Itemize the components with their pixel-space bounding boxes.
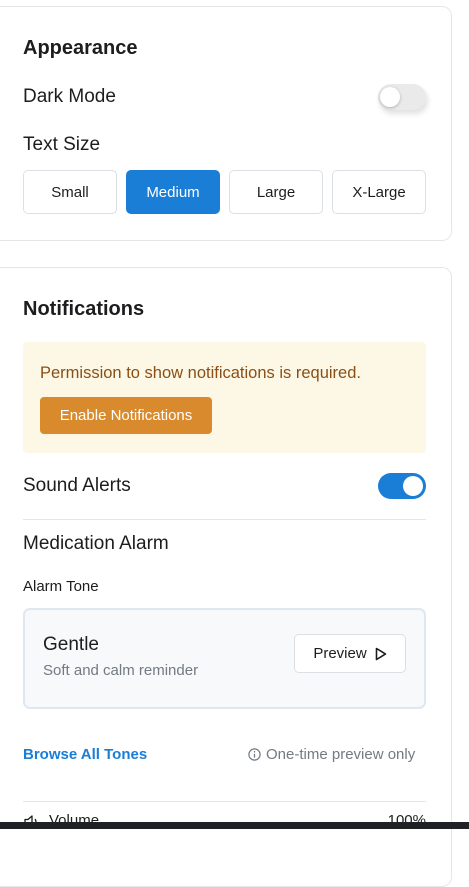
divider [23, 801, 426, 802]
background-strip [453, 0, 469, 742]
permission-banner: Permission to show notifications is requ… [23, 342, 426, 453]
tone-name: Gentle [43, 634, 99, 655]
medication-alarm-title: Medication Alarm [23, 533, 169, 554]
divider [23, 519, 426, 520]
toggle-knob [403, 476, 423, 496]
preview-note: One-time preview only [248, 746, 415, 763]
sound-alerts-label: Sound Alerts [23, 475, 131, 496]
preview-label: Preview [313, 645, 367, 662]
sound-alerts-toggle[interactable] [378, 473, 426, 499]
preview-tone-button[interactable]: Preview [294, 634, 406, 673]
preview-note-text: One-time preview only [266, 746, 416, 763]
permission-message: Permission to show notifications is requ… [40, 364, 361, 382]
appearance-title: Appearance [23, 37, 138, 59]
play-icon [375, 647, 387, 661]
dark-mode-toggle[interactable] [378, 84, 426, 110]
selected-tone-card[interactable]: Gentle Soft and calm reminder Preview [23, 608, 426, 709]
text-size-medium-button[interactable]: Medium [126, 170, 220, 214]
info-icon [248, 748, 261, 761]
bottom-bar [0, 822, 469, 829]
text-size-large-button[interactable]: Large [229, 170, 323, 214]
text-size-xlarge-button[interactable]: X-Large [332, 170, 426, 214]
tone-description: Soft and calm reminder [43, 662, 199, 679]
alarm-tone-label: Alarm Tone [23, 578, 99, 595]
dark-mode-label: Dark Mode [23, 86, 116, 107]
browse-all-tones-link[interactable]: Browse All Tones [23, 746, 147, 763]
text-size-label: Text Size [23, 134, 101, 155]
toggle-knob [380, 87, 400, 107]
enable-notifications-button[interactable]: Enable Notifications [40, 397, 212, 434]
notifications-title: Notifications [23, 298, 145, 320]
text-size-small-button[interactable]: Small [23, 170, 117, 214]
